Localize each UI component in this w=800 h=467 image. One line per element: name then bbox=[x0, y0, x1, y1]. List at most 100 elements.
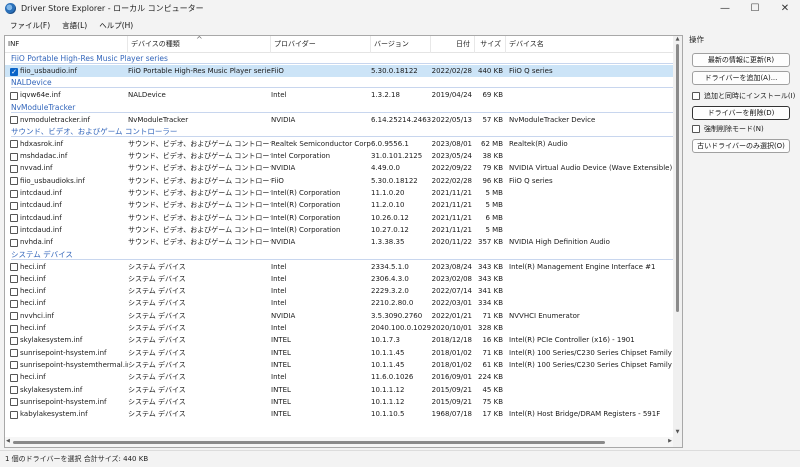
maximize-button[interactable]: ☐ bbox=[740, 0, 770, 17]
cell-date: 2018/01/02 bbox=[431, 348, 472, 357]
group-header[interactable]: サウンド、ビデオ、およびゲーム コントローラー bbox=[5, 126, 682, 138]
column-provider[interactable]: プロバイダー bbox=[271, 36, 371, 53]
cell-class: サウンド、ビデオ、およびゲーム コントローラー bbox=[128, 238, 271, 247]
cell-inf: intcdaud.inf bbox=[20, 213, 62, 222]
table-row[interactable]: heci.inf システム デバイス Intel 2210.2.80.0 2022/03… bbox=[5, 297, 682, 309]
minimize-button[interactable]: — bbox=[710, 0, 740, 17]
table-row[interactable]: mshdadac.inf サウンド、ビデオ、およびゲーム コントローラー Intel… bbox=[5, 150, 682, 162]
refresh-button[interactable]: 最新の情報に更新(R) bbox=[692, 53, 790, 67]
table-row[interactable]: heci.inf システム デバイス Intel 2334.5.1.0 2023/08/… bbox=[5, 261, 682, 273]
row-checkbox[interactable] bbox=[10, 312, 18, 321]
horizontal-scrollbar[interactable]: ◀ ▶ bbox=[5, 437, 673, 447]
menu-file[interactable]: ファイル(F) bbox=[4, 20, 56, 31]
group-header[interactable]: FiiO Portable High-Res Music Player seri… bbox=[5, 53, 682, 65]
row-checkbox[interactable] bbox=[10, 361, 18, 370]
cell-size: 224 KB bbox=[478, 373, 503, 382]
force-delete-checkbox[interactable]: 強制削除モード(N) bbox=[692, 123, 764, 135]
row-checkbox[interactable] bbox=[10, 91, 18, 100]
table-row[interactable]: intcdaud.inf サウンド、ビデオ、およびゲーム コントローラー Intel… bbox=[5, 199, 682, 211]
row-checkbox[interactable] bbox=[10, 349, 18, 358]
table-row[interactable]: ✓ fiio_usbaudio.inf FiiO Portable High-Res… bbox=[5, 65, 682, 78]
cell-version: 10.1.1.12 bbox=[371, 385, 405, 394]
scroll-down-icon[interactable]: ▼ bbox=[674, 429, 681, 435]
row-checkbox[interactable] bbox=[10, 275, 18, 284]
row-checkbox[interactable] bbox=[10, 140, 18, 149]
cell-date: 2022/03/01 bbox=[431, 299, 472, 308]
cell-class: サウンド、ビデオ、およびゲーム コントローラー bbox=[128, 225, 271, 234]
row-checkbox[interactable] bbox=[10, 287, 18, 296]
cell-class: システム デバイス bbox=[128, 397, 186, 406]
row-checkbox[interactable] bbox=[10, 324, 18, 333]
install-with-add-box[interactable] bbox=[692, 92, 700, 100]
cell-date: 2023/02/08 bbox=[431, 274, 472, 283]
table-row[interactable]: sunrisepoint-hsystem.inf システム デバイス INTEL 10… bbox=[5, 347, 682, 359]
table-row[interactable]: heci.inf システム デバイス Intel 2040.100.0.1029 202… bbox=[5, 322, 682, 334]
row-checkbox[interactable] bbox=[10, 226, 18, 235]
table-row[interactable]: intcdaud.inf サウンド、ビデオ、およびゲーム コントローラー Intel… bbox=[5, 187, 682, 199]
row-checkbox[interactable] bbox=[10, 116, 18, 125]
table-row[interactable]: skylakesystem.inf システム デバイス INTEL 10.1.7.3 2… bbox=[5, 334, 682, 346]
column-class[interactable]: デバイスの種類 ^ bbox=[128, 36, 271, 53]
table-row[interactable]: hdxasrok.inf サウンド、ビデオ、およびゲーム コントローラー Realt… bbox=[5, 138, 682, 150]
scroll-left-icon[interactable]: ◀ bbox=[6, 438, 10, 444]
table-row[interactable]: nvhda.inf サウンド、ビデオ、およびゲーム コントローラー NVIDIA 1.… bbox=[5, 236, 682, 248]
delete-driver-button[interactable]: ドライバーを削除(D) bbox=[692, 106, 790, 120]
scroll-up-icon[interactable]: ▲ bbox=[674, 36, 681, 42]
row-checkbox[interactable] bbox=[10, 386, 18, 395]
table-row[interactable]: sunrisepoint-hsystem.inf システム デバイス INTEL 10… bbox=[5, 396, 682, 408]
cell-date: 2022/05/13 bbox=[431, 115, 472, 124]
force-delete-box[interactable] bbox=[692, 125, 700, 133]
table-row[interactable]: fiio_usbaudioks.inf サウンド、ビデオ、およびゲーム コントロー… bbox=[5, 175, 682, 187]
row-checkbox[interactable]: ✓ bbox=[10, 67, 18, 76]
row-checkbox[interactable] bbox=[10, 177, 18, 186]
table-row[interactable]: intcdaud.inf サウンド、ビデオ、およびゲーム コントローラー Intel… bbox=[5, 224, 682, 236]
cell-device: FiiO Q series bbox=[509, 176, 553, 185]
row-checkbox[interactable] bbox=[10, 410, 18, 419]
select-old-drivers-button[interactable]: 古いドライバーのみ選択(O) bbox=[692, 139, 790, 153]
cell-provider: NVIDIA bbox=[271, 311, 296, 320]
menu-help[interactable]: ヘルプ(H) bbox=[93, 20, 139, 31]
column-size[interactable]: サイズ bbox=[475, 36, 506, 53]
add-driver-button[interactable]: ドライバーを追加(A)... bbox=[692, 71, 790, 85]
row-checkbox[interactable] bbox=[10, 164, 18, 173]
table-row[interactable]: heci.inf システム デバイス Intel 2229.3.2.0 2022/07/… bbox=[5, 285, 682, 297]
table-row[interactable]: nvmoduletracker.inf NvModuleTracker NVIDIA… bbox=[5, 114, 682, 126]
row-checkbox[interactable] bbox=[10, 238, 18, 247]
vertical-scrollbar[interactable]: ▲ ▼ bbox=[673, 36, 682, 447]
close-button[interactable]: ✕ bbox=[770, 0, 800, 17]
scroll-right-icon[interactable]: ▶ bbox=[668, 438, 672, 444]
row-checkbox[interactable] bbox=[10, 263, 18, 272]
row-checkbox[interactable] bbox=[10, 398, 18, 407]
row-checkbox[interactable] bbox=[10, 373, 18, 382]
row-checkbox[interactable] bbox=[10, 189, 18, 198]
table-row[interactable]: heci.inf システム デバイス Intel 2306.4.3.0 2023/02/… bbox=[5, 273, 682, 285]
cell-class: FiiO Portable High-Res Music Player seri… bbox=[128, 67, 271, 75]
driver-list[interactable]: INF デバイスの種類 ^ プロバイダー バージョン 日付 サイズ デバイス名 … bbox=[4, 35, 683, 448]
row-checkbox[interactable] bbox=[10, 201, 18, 210]
group-header[interactable]: NvModuleTracker bbox=[5, 102, 682, 114]
group-header[interactable]: NALDevice bbox=[5, 77, 682, 89]
menu-language[interactable]: 言語(L) bbox=[56, 20, 93, 31]
vertical-scroll-thumb[interactable] bbox=[676, 44, 679, 312]
column-device[interactable]: デバイス名 bbox=[506, 36, 673, 53]
row-checkbox[interactable] bbox=[10, 299, 18, 308]
row-checkbox[interactable] bbox=[10, 214, 18, 223]
table-row[interactable]: kabylakesystem.inf システム デバイス INTEL 10.1.10.… bbox=[5, 408, 682, 420]
group-header[interactable]: システム デバイス bbox=[5, 249, 682, 261]
horizontal-scroll-thumb[interactable] bbox=[13, 441, 605, 444]
cell-device: FiiO Q series bbox=[509, 67, 553, 75]
row-checkbox[interactable] bbox=[10, 336, 18, 345]
table-row[interactable]: heci.inf システム デバイス Intel 11.6.0.1026 2016/09… bbox=[5, 371, 682, 383]
row-checkbox[interactable] bbox=[10, 152, 18, 161]
table-row[interactable]: nvvhci.inf システム デバイス NVIDIA 3.5.3090.2760 20… bbox=[5, 310, 682, 322]
column-date[interactable]: 日付 bbox=[431, 36, 475, 53]
column-inf[interactable]: INF bbox=[5, 36, 128, 53]
table-row[interactable]: nvvad.inf サウンド、ビデオ、およびゲーム コントローラー NVIDIA 4.… bbox=[5, 162, 682, 174]
table-row[interactable]: skylakesystem.inf システム デバイス INTEL 10.1.1.12… bbox=[5, 384, 682, 396]
table-row[interactable]: intcdaud.inf サウンド、ビデオ、およびゲーム コントローラー Intel… bbox=[5, 212, 682, 224]
table-row[interactable]: sunrisepoint-hsystemthermal.inf システム デバイス… bbox=[5, 359, 682, 371]
table-row[interactable]: iqvw64e.inf NALDevice Intel 1.3.2.18 2019/04… bbox=[5, 89, 682, 101]
cell-inf: sunrisepoint-hsystem.inf bbox=[20, 397, 107, 406]
install-with-add-checkbox[interactable]: 追加と同時にインストール(I) bbox=[692, 90, 795, 102]
column-version[interactable]: バージョン bbox=[371, 36, 431, 53]
